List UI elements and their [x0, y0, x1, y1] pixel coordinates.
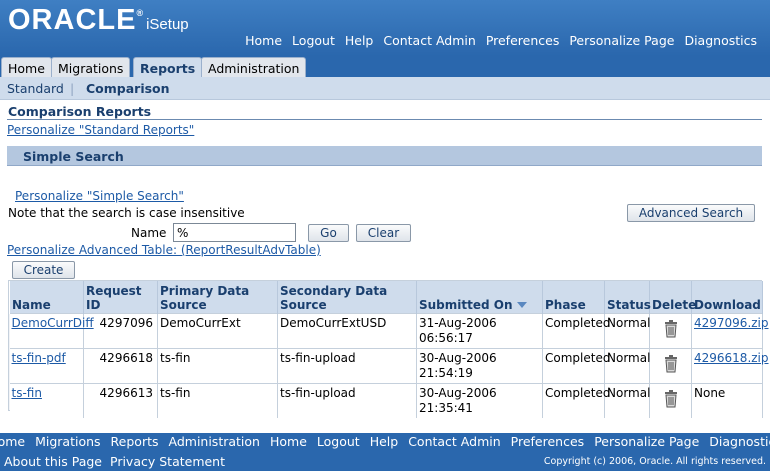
name-search-input[interactable] [173, 223, 296, 242]
case-insensitive-note: Note that the search is case insensitive [8, 206, 245, 220]
trash-icon[interactable] [664, 319, 678, 342]
results-table-container: Name Request ID Primary Data Source Seco… [8, 280, 769, 418]
page-title: Comparison Reports [8, 104, 152, 119]
secondary-source-cell: DemoCurrExtUSD [277, 312, 417, 348]
global-links: Home Logout Help Contact Admin Preferenc… [235, 33, 757, 48]
go-button[interactable]: Go [308, 224, 349, 242]
logo-text: ORACLE [8, 4, 137, 36]
advanced-search-button[interactable]: Advanced Search [627, 204, 755, 222]
table-header-row: Name Request ID Primary Data Source Seco… [9, 281, 763, 313]
results-table: Name Request ID Primary Data Source Seco… [9, 281, 769, 418]
global-link-personalize-page[interactable]: Personalize Page [569, 33, 674, 48]
table-row: ts-fin 4296613 ts-fin ts-fin-upload 30-A… [9, 382, 763, 418]
request-id-cell: 4297096 [83, 312, 158, 348]
status-cell: Normal [604, 382, 650, 418]
tab-administration[interactable]: Administration [201, 57, 307, 77]
primary-source-cell: ts-fin [157, 382, 278, 418]
footer-link-preferences[interactable]: Preferences [511, 434, 585, 451]
footer-link-home[interactable]: Home [0, 434, 25, 451]
secondary-source-cell: ts-fin-upload [277, 347, 417, 383]
trash-icon[interactable] [664, 354, 678, 377]
footer-links: Home Migrations Reports Administration H… [0, 433, 770, 451]
col-header-secondary-data-source[interactable]: Secondary Data Source [277, 281, 417, 313]
phase-cell: Completed [542, 312, 610, 348]
global-link-home[interactable]: Home [245, 33, 282, 48]
trash-icon[interactable] [664, 389, 678, 412]
secondary-source-cell: ts-fin-upload [277, 382, 417, 418]
name-label: Name [131, 226, 167, 240]
personalize-advanced-table-link[interactable]: Personalize Advanced Table: (ReportResul… [7, 243, 321, 257]
global-link-preferences[interactable]: Preferences [486, 33, 560, 48]
tab-migrations[interactable]: Migrations [51, 57, 131, 77]
download-link[interactable]: 4296618.zip [694, 351, 769, 365]
footer-link-contact-admin[interactable]: Contact Admin [408, 434, 500, 451]
personalize-standard-reports-link[interactable]: Personalize "Standard Reports" [7, 123, 194, 137]
col-header-primary-data-source[interactable]: Primary Data Source [157, 281, 278, 313]
tab-bar: Home Migrations Reports Administration [0, 56, 770, 77]
about-this-page-link[interactable]: About this Page [4, 454, 102, 469]
footer-link-reports[interactable]: Reports [111, 434, 159, 451]
request-id-cell: 4296613 [83, 382, 158, 418]
subtab-separator: | [70, 81, 75, 96]
app-name: iSetup [146, 16, 189, 33]
sort-descending-icon[interactable] [516, 302, 527, 308]
global-link-diagnostics[interactable]: Diagnostics [684, 33, 757, 48]
request-id-cell: 4296618 [83, 347, 158, 383]
privacy-statement-link[interactable]: Privacy Statement [110, 454, 225, 469]
footer-link-diagnostics[interactable]: Diagnostics [709, 434, 770, 451]
col-header-name[interactable]: Name [9, 281, 84, 313]
subtab-standard[interactable]: Standard [7, 81, 64, 96]
tab-reports[interactable]: Reports [133, 57, 203, 77]
col-header-phase[interactable]: Phase [542, 281, 605, 313]
footer-link-logout[interactable]: Logout [317, 434, 360, 451]
phase-cell: Completed [542, 382, 610, 418]
footer-link-administration[interactable]: Administration [169, 434, 260, 451]
report-name-link[interactable]: DemoCurrDiff [12, 316, 94, 330]
status-cell: Normal [604, 312, 650, 348]
submitted-on-cell: 31-Aug-2006 06:56:17 [416, 312, 543, 348]
download-link[interactable]: 4297096.zip [694, 316, 769, 330]
col-header-download: Download [691, 281, 763, 313]
report-name-link[interactable]: ts-fin-pdf [12, 351, 66, 365]
submitted-on-cell: 30-Aug-2006 21:35:41 [416, 382, 543, 418]
subtab-comparison[interactable]: Comparison [86, 81, 170, 96]
subtab-bar: Standard | Comparison [0, 77, 770, 100]
col-header-delete: Delete [649, 281, 696, 313]
footer-link-help[interactable]: Help [370, 434, 399, 451]
logo-reg-mark: ® [136, 8, 145, 18]
col-header-request-id[interactable]: Request ID [83, 281, 158, 313]
personalize-simple-search-link[interactable]: Personalize "Simple Search" [15, 189, 184, 203]
title-divider [7, 119, 762, 120]
global-link-contact-admin[interactable]: Contact Admin [383, 33, 475, 48]
primary-source-cell: DemoCurrExt [157, 312, 278, 348]
table-row: ts-fin-pdf 4296618 ts-fin ts-fin-upload … [9, 347, 769, 383]
create-button[interactable]: Create [12, 261, 75, 279]
simple-search-header: Simple Search [7, 146, 762, 166]
download-none-cell: None [691, 382, 763, 418]
primary-source-cell: ts-fin [157, 347, 278, 383]
oracle-logo: ORACLE®iSetup [8, 4, 189, 37]
status-cell: Normal [604, 347, 650, 383]
submitted-on-cell: 30-Aug-2006 21:54:19 [416, 347, 543, 383]
footer-link-home-2[interactable]: Home [270, 434, 307, 451]
simple-search-title: Simple Search [23, 149, 124, 164]
footer-bottom: About this Page Privacy Statement Copyri… [0, 451, 770, 471]
col-header-submitted-on-label: Submitted On [419, 297, 513, 312]
global-link-logout[interactable]: Logout [292, 33, 335, 48]
col-header-status[interactable]: Status [604, 281, 651, 313]
footer-link-personalize-page[interactable]: Personalize Page [594, 434, 699, 451]
copyright-text: Copyright (c) 2006, Oracle. All rights r… [543, 456, 766, 467]
branding-header: ORACLE®iSetup Home Logout Help Contact A… [0, 0, 770, 56]
report-name-link[interactable]: ts-fin [12, 386, 42, 400]
table-row: DemoCurrDiff 4297096 DemoCurrExt DemoCur… [9, 312, 769, 348]
tab-home[interactable]: Home [1, 57, 52, 77]
phase-cell: Completed [542, 347, 610, 383]
col-header-submitted-on[interactable]: Submitted On [416, 281, 543, 313]
global-link-help[interactable]: Help [345, 33, 374, 48]
clear-button[interactable]: Clear [356, 224, 411, 242]
footer-link-migrations[interactable]: Migrations [35, 434, 100, 451]
